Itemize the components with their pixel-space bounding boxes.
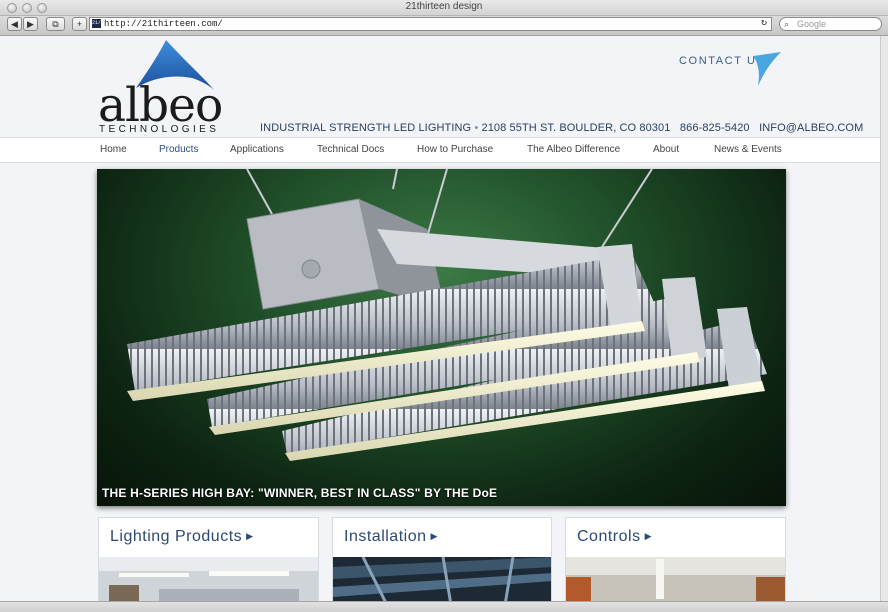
controls-card[interactable]: Controls ▶ (565, 517, 786, 601)
installation-label: Installation (344, 528, 427, 545)
bookmarks-button[interactable]: ⧉ (46, 17, 65, 31)
lighting-products-title[interactable]: Lighting Products ▶ (110, 528, 254, 546)
lighting-products-label: Lighting Products (110, 528, 243, 545)
separator: • (474, 122, 479, 134)
nav-home[interactable]: Home (100, 144, 127, 155)
phone-number: 866-825-5420 (679, 122, 750, 134)
back-button[interactable]: ◀ (7, 17, 22, 31)
nav-products[interactable]: Products (159, 144, 198, 155)
search-icon: ⌕ (784, 19, 790, 29)
high-bay-fixture-image (127, 169, 767, 461)
vertical-scrollbar[interactable] (880, 36, 888, 601)
arrow-right-icon: ▶ (430, 531, 438, 541)
nav-about[interactable]: About (653, 144, 679, 155)
web-page: albeo TECHNOLOGIES CONTACT US INDUSTRIAL… (0, 36, 880, 601)
bookmarks-icon: ⧉ (52, 19, 59, 29)
forward-icon: ▶ (27, 19, 34, 29)
plus-icon: + (76, 19, 83, 29)
nav-technical-docs[interactable]: Technical Docs (317, 144, 384, 155)
company-info-line: INDUSTRIAL STRENGTH LED LIGHTING • 2108 … (260, 122, 863, 134)
arrow-right-icon: ▶ (644, 531, 652, 541)
address: 2108 55TH ST. BOULDER, CO 80301 (481, 122, 671, 134)
reload-icon[interactable]: ↻ (761, 18, 767, 30)
logo-wordmark: albeo (98, 78, 223, 133)
search-placeholder: Google (797, 19, 827, 29)
controls-title[interactable]: Controls ▶ (577, 528, 652, 546)
back-icon: ◀ (11, 19, 18, 29)
arrow-right-icon: ▶ (246, 531, 254, 541)
nav-applications[interactable]: Applications (230, 144, 284, 155)
nav-albeo-difference[interactable]: The Albeo Difference (527, 144, 620, 155)
forward-button[interactable]: ▶ (23, 17, 38, 31)
search-input[interactable]: ⌕ Google (779, 17, 882, 31)
site-favicon: 21/13 (92, 19, 108, 28)
address-bar[interactable]: 21/13 http://21thirteen.com/ ↻ (89, 17, 772, 31)
nav-how-to-purchase[interactable]: How to Purchase (417, 144, 493, 155)
window-titlebar: 21thirteen design (0, 0, 888, 16)
tagline: INDUSTRIAL STRENGTH LED LIGHTING (260, 122, 472, 134)
installation-image (333, 557, 551, 601)
lighting-products-image (99, 557, 318, 601)
hero-caption: THE H-SERIES HIGH BAY: "WINNER, BEST IN … (102, 486, 498, 500)
contact-arrow-icon (753, 52, 781, 86)
main-nav: Home Products Applications Technical Doc… (0, 137, 880, 163)
browser-toolbar: ◀ ▶ ⧉ + 21/13 http://21thirteen.com/ ↻ ⌕… (0, 16, 888, 36)
albeo-logo[interactable]: albeo TECHNOLOGIES (96, 38, 223, 138)
hero-banner[interactable]: THE H-SERIES HIGH BAY: "WINNER, BEST IN … (97, 169, 786, 506)
installation-title[interactable]: Installation ▶ (344, 528, 438, 546)
nav-news-events[interactable]: News & Events (714, 144, 782, 155)
installation-card[interactable]: Installation ▶ (332, 517, 552, 601)
logo-subtitle: TECHNOLOGIES (99, 124, 220, 135)
controls-label: Controls (577, 528, 641, 545)
add-bookmark-button[interactable]: + (72, 17, 87, 31)
url-text: http://21thirteen.com/ (104, 19, 223, 29)
email-link[interactable]: INFO@ALBEO.COM (759, 122, 863, 134)
lighting-products-card[interactable]: Lighting Products ▶ (98, 517, 319, 601)
controls-image (566, 557, 785, 601)
status-bar (0, 601, 888, 612)
window-title: 21thirteen design (405, 1, 483, 12)
